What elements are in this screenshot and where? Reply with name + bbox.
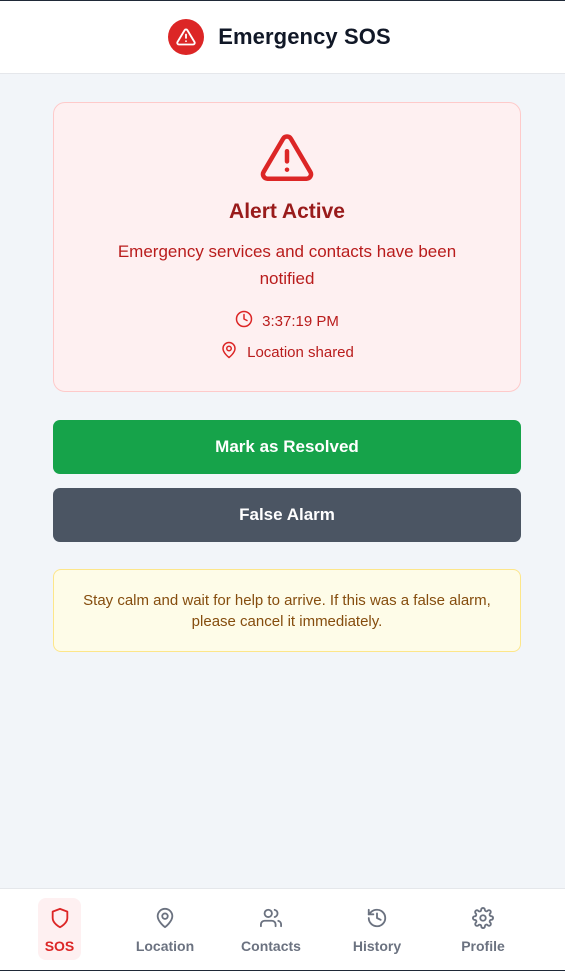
safety-notice: Stay calm and wait for help to arrive. I… [53, 569, 521, 652]
app-header: Emergency SOS [0, 1, 565, 74]
alert-time-row: 3:37:19 PM [235, 310, 339, 332]
shield-icon [49, 907, 71, 932]
safety-notice-text: Stay calm and wait for help to arrive. I… [83, 591, 491, 630]
alert-card: Alert Active Emergency services and cont… [53, 102, 521, 392]
app-frame: Emergency SOS Alert Active Emergency ser… [0, 0, 565, 971]
alert-location-status: Location shared [247, 343, 354, 361]
nav-label-sos: SOS [44, 938, 75, 954]
gear-icon [472, 907, 494, 932]
alert-title: Alert Active [229, 200, 345, 223]
main-content: Alert Active Emergency services and cont… [0, 74, 565, 652]
nav-label-contacts: Contacts [241, 938, 301, 954]
page-title: Emergency SOS [218, 24, 391, 49]
warning-triangle-icon [168, 19, 205, 55]
nav-item-sos[interactable]: SOS [38, 898, 81, 960]
map-pin-icon [220, 341, 238, 363]
warning-triangle-icon [260, 133, 314, 188]
map-pin-icon [154, 907, 176, 932]
nav-label-location: Location [135, 938, 195, 954]
clock-icon [235, 310, 253, 332]
alert-message: Emergency services and contacts have bee… [117, 242, 457, 288]
nav-item-history[interactable]: History [324, 898, 430, 960]
nav-label-history: History [352, 938, 402, 954]
users-icon [260, 907, 283, 932]
alert-time: 3:37:19 PM [262, 312, 339, 330]
alert-location-row: Location shared [220, 341, 354, 363]
bottom-nav: SOS Location Contacts History Profile [0, 888, 565, 970]
nav-label-profile: Profile [461, 938, 505, 954]
false-alarm-button[interactable]: False Alarm [53, 488, 521, 542]
mark-resolved-button[interactable]: Mark as Resolved [53, 420, 521, 474]
nav-item-profile[interactable]: Profile [430, 898, 536, 960]
nav-item-contacts[interactable]: Contacts [218, 898, 324, 960]
nav-item-location[interactable]: Location [112, 898, 218, 960]
history-icon [366, 907, 388, 932]
